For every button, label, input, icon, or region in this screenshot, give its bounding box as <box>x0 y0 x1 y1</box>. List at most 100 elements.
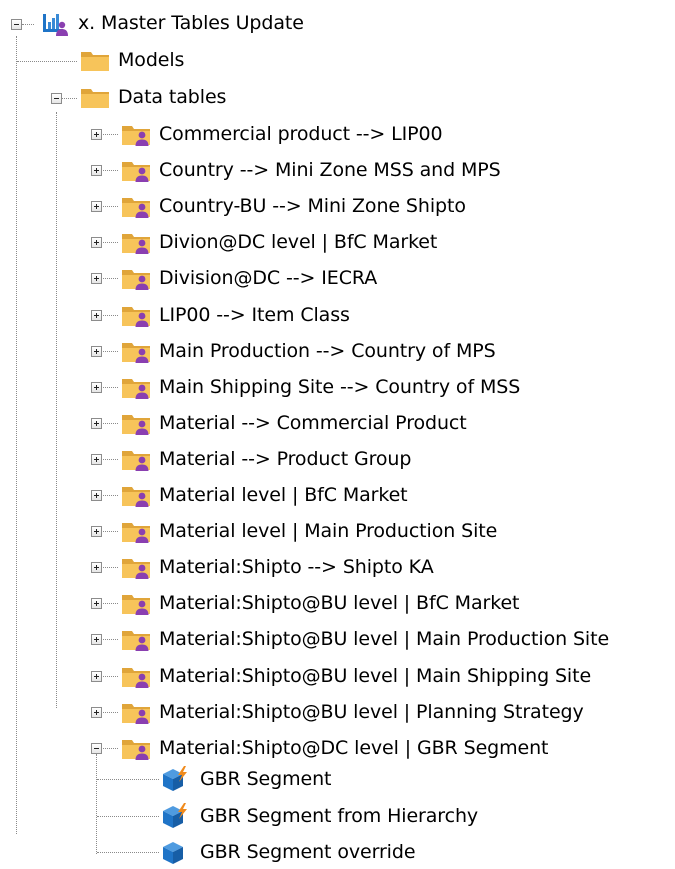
user-folder-icon <box>121 193 151 219</box>
user-folder-icon <box>121 338 151 364</box>
master-tables-icon <box>40 10 70 36</box>
table-label: Divion@DC level | BfC Market <box>159 231 438 253</box>
tree-node-table[interactable]: LIP00 --> Item Class <box>121 299 350 331</box>
tree-node-models[interactable]: Models <box>80 44 184 76</box>
root-collapse-toggle[interactable] <box>11 19 22 30</box>
tree-hline-leaf <box>97 816 159 817</box>
tree-node-table[interactable]: Divion@DC level | BfC Market <box>121 226 437 258</box>
user-folder-icon <box>121 157 151 183</box>
table-label: Material:Shipto@BU level | BfC Market <box>159 592 520 614</box>
tree-node-table[interactable]: Material:Shipto@BU level | Planning Stra… <box>121 696 584 728</box>
user-folder-icon <box>121 410 151 436</box>
tree-hline-leaf <box>97 852 159 853</box>
tree-node-table[interactable]: Material:Shipto@BU level | Main Producti… <box>121 623 609 655</box>
table-label: Material --> Commercial Product <box>159 412 467 434</box>
cube-lightning-icon <box>160 803 190 829</box>
tree-node-segment[interactable]: GBR Segment override <box>160 836 416 868</box>
user-folder-icon <box>121 518 151 544</box>
user-folder-icon <box>121 554 151 580</box>
table-label: Material --> Product Group <box>159 448 412 470</box>
table-label: Material:Shipto --> Shipto KA <box>159 556 434 578</box>
user-folder-icon <box>121 590 151 616</box>
table-expand-toggle[interactable] <box>91 346 102 357</box>
tree-node-table[interactable]: Commercial product --> LIP00 <box>121 118 443 150</box>
table-label: LIP00 --> Item Class <box>159 304 350 326</box>
table-label: Main Production --> Country of MPS <box>159 340 496 362</box>
table-expand-toggle[interactable] <box>91 490 102 501</box>
table-expand-toggle[interactable] <box>91 310 102 321</box>
table-label: Country-BU --> Mini Zone Shipto <box>159 195 466 217</box>
tree-node-table[interactable]: Material --> Product Group <box>121 443 411 475</box>
table-label: Commercial product --> LIP00 <box>159 123 443 145</box>
user-folder-icon <box>121 482 151 508</box>
table-expand-toggle[interactable] <box>91 707 102 718</box>
user-folder-icon <box>121 626 151 652</box>
table-label: Material:Shipto@DC level | GBR Segment <box>159 737 549 759</box>
table-label: Material:Shipto@BU level | Main Producti… <box>159 628 610 650</box>
segment-label: GBR Segment <box>200 768 332 790</box>
models-label: Models <box>118 49 185 71</box>
tree-node-table[interactable]: Material --> Commercial Product <box>121 407 467 439</box>
tree-node-segment[interactable]: GBR Segment from Hierarchy <box>160 800 478 832</box>
tree-hline-models <box>17 61 77 62</box>
data-tables-collapse-toggle[interactable] <box>51 93 62 104</box>
tree-node-table[interactable]: Country-BU --> Mini Zone Shipto <box>121 190 466 222</box>
tree-node-table[interactable]: Main Production --> Country of MPS <box>121 335 496 367</box>
tree-node-table[interactable]: Material:Shipto --> Shipto KA <box>121 551 434 583</box>
table-expand-toggle[interactable] <box>91 129 102 140</box>
table-expand-toggle[interactable] <box>91 273 102 284</box>
table-label: Material:Shipto@BU level | Main Shipping… <box>159 665 592 687</box>
table-expand-toggle[interactable] <box>91 634 102 645</box>
tree-node-table[interactable]: Material:Shipto@DC level | GBR Segment <box>121 732 549 764</box>
table-label: Country --> Mini Zone MSS and MPS <box>159 159 501 181</box>
user-folder-icon <box>121 302 151 328</box>
folder-icon <box>80 47 110 73</box>
table-expand-toggle[interactable] <box>91 201 102 212</box>
tree-node-segment[interactable]: GBR Segment <box>160 763 332 795</box>
tree-line-gbr <box>96 754 97 854</box>
root-label: x. Master Tables Update <box>78 12 304 34</box>
tree-hline-leaf <box>97 779 159 780</box>
tree-node-root[interactable]: x. Master Tables Update <box>40 7 304 39</box>
table-label: Material level | Main Production Site <box>159 520 498 542</box>
table-collapse-toggle[interactable] <box>91 743 102 754</box>
table-expand-toggle[interactable] <box>91 165 102 176</box>
user-folder-icon <box>121 663 151 689</box>
table-expand-toggle[interactable] <box>91 598 102 609</box>
table-label: Material level | BfC Market <box>159 484 408 506</box>
table-expand-toggle[interactable] <box>91 671 102 682</box>
cube-icon <box>160 839 190 865</box>
cube-lightning-icon <box>160 766 190 792</box>
tree-view: x. Master Tables Update Models Data tabl… <box>0 0 675 869</box>
tree-node-table[interactable]: Material level | BfC Market <box>121 479 408 511</box>
data-tables-label: Data tables <box>118 86 227 108</box>
tree-hline-root <box>22 24 34 25</box>
user-folder-icon <box>121 121 151 147</box>
tree-node-table[interactable]: Country --> Mini Zone MSS and MPS <box>121 154 501 186</box>
tree-node-table[interactable]: Main Shipping Site --> Country of MSS <box>121 371 520 403</box>
tree-node-table[interactable]: Material level | Main Production Site <box>121 515 497 547</box>
table-expand-toggle[interactable] <box>91 454 102 465</box>
tree-node-table[interactable]: Material:Shipto@BU level | BfC Market <box>121 587 519 619</box>
table-expand-toggle[interactable] <box>91 562 102 573</box>
tree-node-data-tables[interactable]: Data tables <box>80 81 226 113</box>
user-folder-icon <box>121 374 151 400</box>
user-folder-icon <box>121 265 151 291</box>
segment-label: GBR Segment override <box>200 841 416 863</box>
user-folder-icon <box>121 735 151 761</box>
table-expand-toggle[interactable] <box>91 382 102 393</box>
table-label: Material:Shipto@BU level | Planning Stra… <box>159 701 584 723</box>
user-folder-icon <box>121 229 151 255</box>
tree-node-table[interactable]: Division@DC --> IECRA <box>121 262 377 294</box>
table-label: Division@DC --> IECRA <box>159 267 378 289</box>
table-label: Main Shipping Site --> Country of MSS <box>159 376 521 398</box>
folder-icon <box>80 84 110 110</box>
tree-hline-data-tables <box>62 98 77 99</box>
table-expand-toggle[interactable] <box>91 526 102 537</box>
table-expand-toggle[interactable] <box>91 237 102 248</box>
segment-label: GBR Segment from Hierarchy <box>200 805 479 827</box>
tree-node-table[interactable]: Material:Shipto@BU level | Main Shipping… <box>121 660 591 692</box>
user-folder-icon <box>121 446 151 472</box>
tree-line-root <box>16 36 17 834</box>
table-expand-toggle[interactable] <box>91 418 102 429</box>
